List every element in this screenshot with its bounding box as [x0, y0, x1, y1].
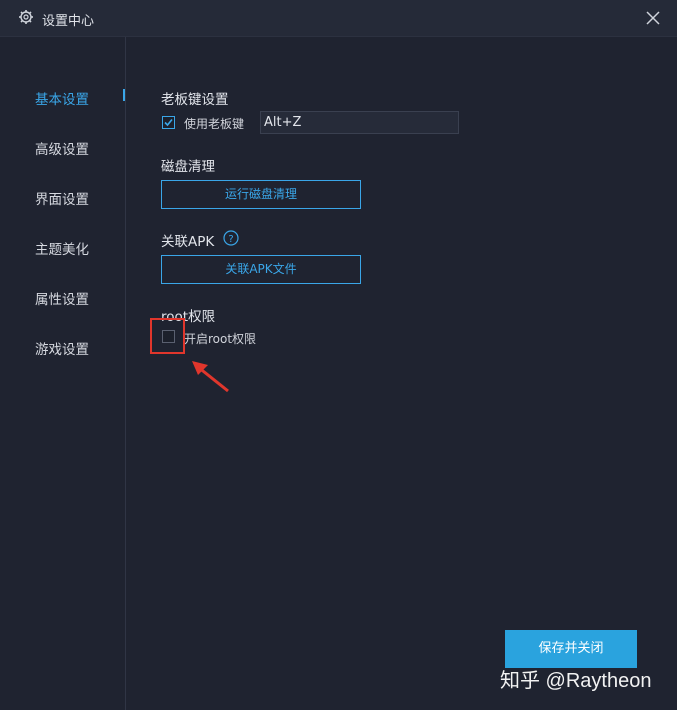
hotkey-input[interactable]: Alt+Z	[260, 111, 459, 134]
disk-title: 磁盘清理	[161, 159, 215, 175]
annotation-highlight-box	[150, 318, 185, 354]
associate-apk-button[interactable]: 关联APK文件	[161, 255, 361, 284]
sidebar-item-game[interactable]: 游戏设置	[35, 338, 89, 358]
window-title: 设置中心	[42, 14, 95, 29]
checkmark-icon	[164, 118, 173, 127]
sidebar-item-properties[interactable]: 属性设置	[35, 288, 89, 308]
gear-icon	[19, 10, 33, 24]
sidebar-item-interface[interactable]: 界面设置	[35, 188, 89, 208]
title-bar: 设置中心	[0, 0, 677, 37]
svg-text:?: ?	[228, 234, 233, 245]
save-and-close-button[interactable]: 保存并关闭	[505, 630, 637, 668]
sidebar-item-theme[interactable]: 主题美化	[35, 238, 89, 258]
boss-key-checkbox[interactable]	[162, 116, 175, 129]
boss-key-checkbox-label: 使用老板键	[184, 117, 245, 131]
sidebar-item-basic[interactable]: 基本设置	[35, 88, 89, 108]
sidebar-item-advanced[interactable]: 高级设置	[35, 138, 89, 158]
boss-key-title: 老板键设置	[161, 92, 229, 108]
root-checkbox-label: 开启root权限	[184, 332, 257, 346]
apk-title: 关联APK	[161, 234, 215, 250]
help-icon[interactable]: ?	[223, 230, 239, 246]
close-icon[interactable]	[643, 8, 663, 28]
disk-cleanup-button[interactable]: 运行磁盘清理	[161, 180, 361, 209]
active-indicator	[123, 89, 125, 101]
watermark: 知乎 @Raytheon	[500, 670, 652, 692]
annotation-arrow-icon	[192, 361, 229, 393]
